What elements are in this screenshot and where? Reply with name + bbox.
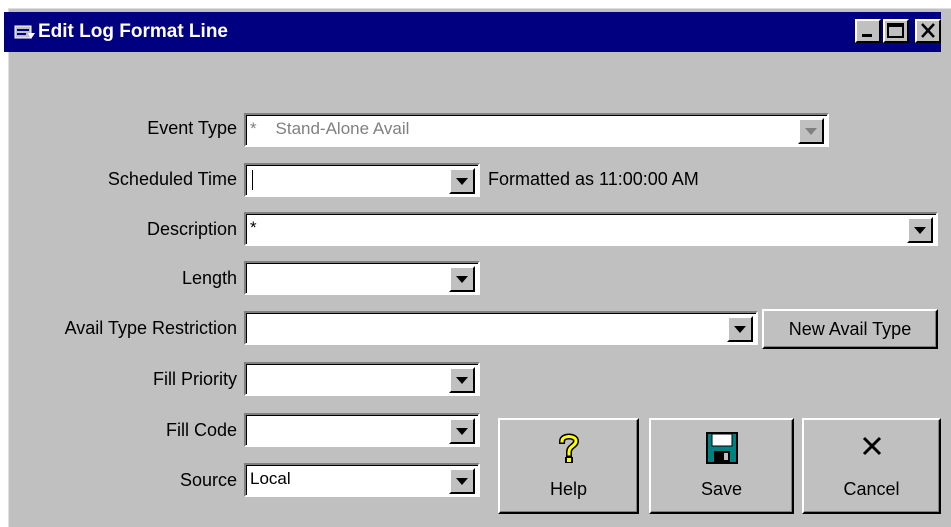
- source-value: Local: [250, 469, 291, 488]
- chevron-down-icon: [456, 377, 468, 384]
- save-label: Save: [700, 479, 743, 499]
- chevron-down-icon: [805, 128, 817, 135]
- minimize-icon: [862, 34, 872, 37]
- avail-type-restriction-combo[interactable]: [244, 311, 758, 345]
- fill-priority-label: Fill Priority: [153, 369, 237, 389]
- scheduled-time-combo[interactable]: [244, 163, 480, 197]
- fill-code-combo[interactable]: [244, 413, 480, 447]
- length-combo[interactable]: [244, 261, 480, 295]
- source-label: Source: [179, 470, 237, 490]
- new-avail-type-button[interactable]: New Avail Type: [762, 309, 938, 349]
- help-icon: [557, 432, 581, 469]
- cancel-label: Cancel: [843, 479, 900, 499]
- source-combo[interactable]: Local: [244, 463, 480, 497]
- close-icon: [860, 432, 884, 465]
- description-label: Description: [146, 219, 237, 239]
- fill-priority-dropdown-button[interactable]: [449, 367, 475, 393]
- new-avail-type-label: New Avail Type: [788, 319, 912, 339]
- scheduled-time-label: Scheduled Time: [107, 169, 237, 189]
- help-button[interactable]: Help: [498, 418, 639, 514]
- chevron-down-icon: [456, 178, 468, 185]
- description-value: *: [250, 218, 257, 237]
- chevron-down-icon: [734, 326, 746, 333]
- maximize-icon: [887, 23, 904, 38]
- floppy-disk-icon: [705, 432, 738, 469]
- chevron-down-icon: [456, 276, 468, 283]
- avail-type-restriction-label: Avail Type Restriction: [64, 318, 237, 338]
- cancel-button[interactable]: Cancel: [802, 418, 941, 514]
- help-label: Help: [549, 479, 588, 499]
- close-icon: [921, 23, 935, 38]
- scheduled-time-dropdown-button[interactable]: [449, 168, 475, 194]
- close-button[interactable]: [915, 19, 941, 43]
- chevron-down-icon: [914, 227, 926, 234]
- maximize-button[interactable]: [883, 19, 909, 43]
- fill-priority-combo[interactable]: [244, 362, 480, 396]
- title-bar[interactable]: Edit Log Format Line: [4, 12, 941, 52]
- event-type-combo[interactable]: * Stand-Alone Avail: [244, 113, 829, 147]
- time-format-hint: Formatted as 11:00:00 AM: [488, 169, 699, 189]
- length-dropdown-button[interactable]: [449, 266, 475, 292]
- source-dropdown-button[interactable]: [449, 468, 475, 494]
- minimize-button[interactable]: [855, 19, 881, 43]
- length-label: Length: [181, 268, 237, 288]
- window-title: Edit Log Format Line: [38, 21, 228, 42]
- chevron-down-icon: [456, 478, 468, 485]
- description-dropdown-button[interactable]: [907, 217, 933, 243]
- fill-code-label: Fill Code: [165, 420, 237, 440]
- event-type-label: Event Type: [147, 118, 237, 138]
- avail-type-restriction-dropdown-button[interactable]: [727, 316, 753, 342]
- text-caret: [252, 170, 253, 190]
- save-button[interactable]: Save: [649, 418, 794, 514]
- app-icon: [14, 23, 36, 41]
- fill-code-dropdown-button[interactable]: [449, 418, 475, 444]
- event-type-value: * Stand-Alone Avail: [250, 119, 410, 138]
- chevron-down-icon: [456, 428, 468, 435]
- event-type-dropdown-button[interactable]: [798, 118, 824, 144]
- description-combo[interactable]: *: [244, 212, 938, 246]
